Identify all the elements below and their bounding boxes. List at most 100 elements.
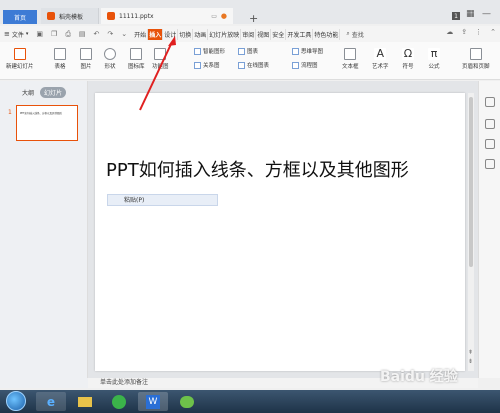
monitor-icon[interactable]: ▭: [211, 13, 217, 20]
symbol-button[interactable]: Ω 符号: [402, 48, 414, 70]
window-count-badge[interactable]: 1: [452, 12, 460, 20]
slide-panel: 大纲 幻灯片 1 PPT如何插入线条、方框以及其他图形 +: [0, 81, 88, 390]
new-tab-button[interactable]: +: [243, 10, 264, 26]
more-icon[interactable]: ⋮: [475, 28, 482, 36]
animation-pane-icon[interactable]: [485, 119, 495, 129]
slide-canvas[interactable]: PPT如何插入线条、方框以及其他图形 粘贴(P): [95, 93, 465, 371]
wechat-taskbar-button[interactable]: [172, 392, 202, 411]
explorer-taskbar-button[interactable]: [70, 392, 100, 411]
tab-design[interactable]: 设计: [163, 28, 179, 40]
property-icon[interactable]: [485, 97, 495, 107]
tab-insert[interactable]: 插入: [148, 28, 164, 40]
minimize-icon[interactable]: —: [482, 9, 491, 19]
notes-placeholder: 单击此处添加备注: [100, 379, 149, 386]
docer-logo-icon: [47, 12, 55, 20]
tab-template[interactable]: 稻壳模板: [41, 8, 99, 24]
redo-icon[interactable]: ↷: [107, 30, 113, 39]
transition-pane-icon[interactable]: [485, 139, 495, 149]
tab-template-label: 稻壳模板: [59, 13, 84, 21]
picture-icon: [80, 48, 92, 60]
page-down-icon[interactable]: ⇟: [468, 357, 473, 366]
table-icon: [54, 48, 66, 60]
icon-library-icon: [130, 48, 143, 60]
wechat-icon: [180, 395, 194, 408]
shapes-button[interactable]: 形状: [104, 48, 116, 70]
relation-icon: [194, 61, 201, 69]
slide-title[interactable]: PPT如何插入线条、方框以及其他图形: [106, 156, 409, 182]
tab-features[interactable]: 特色功能: [313, 28, 341, 40]
backup-icon[interactable]: [485, 159, 495, 169]
icons-button[interactable]: 图标库: [128, 48, 145, 70]
text-box-icon: [344, 48, 357, 60]
wps-taskbar-button[interactable]: W: [138, 392, 168, 411]
art-text-label: 艺术字: [372, 64, 389, 70]
ribbon-insert: 新建幻灯片 表格 图片 形状 图标库 功能图 智能图形 关系图 图表 在线图表 …: [0, 42, 500, 80]
picture-button[interactable]: 图片: [80, 48, 92, 70]
slide-thumbnail[interactable]: PPT如何插入线条、方框以及其他图形: [16, 105, 78, 141]
tab-view[interactable]: 视图: [256, 28, 272, 40]
watermark: Baidu 经验: [380, 369, 458, 385]
text-box-label: 文本框: [342, 64, 359, 70]
function-chart-button[interactable]: 功能图: [152, 48, 169, 70]
tab-file[interactable]: 11111.pptx ▭ ●: [101, 8, 233, 24]
tab-animation[interactable]: 动画: [193, 28, 209, 40]
start-button[interactable]: [6, 391, 26, 411]
browser-icon: [112, 394, 126, 409]
new-slide-label: 新建幻灯片: [6, 64, 34, 70]
paste-option[interactable]: 粘贴(P): [107, 194, 218, 206]
tab-home[interactable]: 首页: [3, 10, 37, 24]
wps-icon: W: [146, 394, 160, 409]
vertical-scrollbar[interactable]: [468, 93, 474, 371]
print-icon[interactable]: ⎙: [65, 30, 71, 39]
symbol-label: 符号: [402, 64, 414, 70]
windows-taskbar: e W: [0, 390, 500, 413]
title-bar: 首页 稻壳模板 11111.pptx ▭ ● + 1 ▦ —: [0, 0, 500, 26]
relation-button[interactable]: 关系图: [194, 61, 220, 69]
copy-icon[interactable]: ❐: [51, 30, 57, 39]
mind-map-button[interactable]: 思维导图: [292, 47, 323, 55]
share-icon[interactable]: ⇪: [461, 28, 467, 36]
tab-transition[interactable]: 切换: [178, 28, 194, 40]
relation-label: 关系图: [203, 63, 220, 69]
online-chart-label: 在线图表: [247, 63, 270, 69]
tab-developer[interactable]: 开发工具: [286, 28, 314, 40]
search-icon: ⌕: [346, 30, 350, 37]
file-menu-button[interactable]: ≡ 文件 ▾: [4, 30, 28, 39]
tab-slideshow[interactable]: 幻灯片放映: [208, 28, 242, 40]
chart-button[interactable]: 图表: [238, 47, 258, 55]
shapes-label: 形状: [104, 64, 116, 70]
formula-button[interactable]: π 公式: [428, 48, 440, 70]
new-slide-button[interactable]: 新建幻灯片: [6, 48, 34, 70]
online-chart-button[interactable]: 在线图表: [238, 61, 269, 69]
header-footer-button[interactable]: 页眉和页脚: [462, 48, 490, 70]
smart-art-icon: [194, 47, 201, 55]
menu-grid-icon[interactable]: ▦: [466, 9, 475, 19]
cloud-icon[interactable]: ☁: [446, 28, 453, 36]
header-footer-icon: [469, 48, 482, 60]
print-preview-icon[interactable]: ▤: [79, 30, 86, 39]
collapse-ribbon-icon[interactable]: ⌃: [490, 28, 496, 36]
tab-security[interactable]: 安全: [271, 28, 287, 40]
save-icon[interactable]: ▣: [36, 30, 43, 39]
tab-review[interactable]: 审阅: [241, 28, 257, 40]
omega-icon: Ω: [402, 47, 414, 60]
tab-slides[interactable]: 幻灯片: [40, 87, 67, 98]
text-box-button[interactable]: 文本框: [342, 48, 359, 70]
customize-icon[interactable]: ⌄: [121, 30, 127, 39]
flow-chart-button[interactable]: 流程图: [292, 61, 318, 69]
art-text-button[interactable]: A 艺术字: [372, 48, 389, 71]
scrollbar-thumb[interactable]: [469, 97, 473, 267]
pane-tabs: 大纲 幻灯片: [0, 81, 87, 98]
folder-icon: [78, 396, 92, 407]
ie-taskbar-button[interactable]: e: [36, 392, 66, 411]
undo-icon[interactable]: ↶: [94, 30, 100, 39]
search-button[interactable]: ⌕ 查找: [346, 30, 363, 39]
tab-start[interactable]: 开始: [133, 28, 149, 40]
tab-outline[interactable]: 大纲: [22, 88, 34, 97]
browser-taskbar-button[interactable]: [104, 392, 134, 411]
page-nav-buttons: ⇞ ⇟: [468, 348, 473, 366]
chart-icon: [238, 47, 245, 55]
table-button[interactable]: 表格: [54, 48, 66, 70]
smart-art-button[interactable]: 智能图形: [194, 47, 225, 55]
page-up-icon[interactable]: ⇞: [468, 348, 473, 357]
